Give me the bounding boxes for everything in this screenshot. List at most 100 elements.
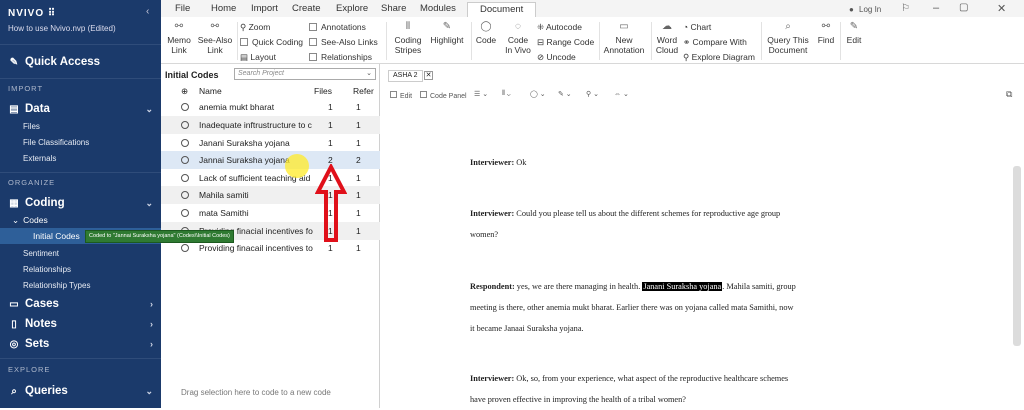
code-row[interactable]: mata Samithi 1 1	[161, 204, 380, 222]
nav-notes[interactable]: ▯ Notes ›	[0, 316, 161, 332]
drag-drop-hint[interactable]: Drag selection here to code to a new cod…	[181, 388, 331, 397]
see-also-link-button[interactable]: ⚯ See-Also Link	[196, 22, 234, 56]
chevron-down-icon: ⌄	[12, 214, 20, 225]
nav-queries[interactable]: ⌕ Queries ⌄	[0, 383, 161, 399]
zoom-menu-icon[interactable]: ⚲ ⌄	[586, 90, 599, 98]
ribbon-tabs: File Home Import Create Explore Share Mo…	[161, 0, 1024, 17]
code-row[interactable]: Mahila samiti 1 1	[161, 186, 380, 204]
add-code-icon[interactable]: ⊕	[181, 86, 188, 97]
code-panel-toggle[interactable]: Code Panel	[420, 91, 467, 100]
chevron-right-icon: ›	[150, 339, 153, 349]
tab-document[interactable]: Document	[467, 2, 537, 17]
tab-modules[interactable]: Modules	[420, 3, 456, 14]
help-icon[interactable]: ●	[849, 5, 854, 14]
highlight-menu-icon[interactable]: ◯ ⌄	[530, 90, 546, 98]
coding-stripes-button[interactable]: ⫴ Coding Stripes	[391, 21, 425, 56]
shading-menu-icon[interactable]: ⫴ ⌄	[502, 90, 511, 98]
nav-sets[interactable]: ◎ Sets ›	[0, 336, 161, 352]
tab-import[interactable]: Import	[251, 3, 278, 14]
document-toolbar: Edit Code Panel ☰ ⌄ ⫴ ⌄ ◯ ⌄ ✎ ⌄ ⚲ ⌄ ⇔ ⌄ …	[380, 88, 1024, 102]
annotation-icon: ▭	[619, 21, 629, 32]
tab-home[interactable]: Home	[211, 3, 236, 14]
minimize-icon[interactable]: –	[933, 2, 939, 14]
link-icon: ⚯	[174, 21, 184, 32]
annotations-toggle[interactable]: Annotations	[309, 22, 366, 32]
code-button[interactable]: ◯ Code	[473, 22, 499, 46]
nav-relationships[interactable]: Relationships	[0, 263, 161, 275]
nav-quick-access[interactable]: ✎ Quick Access	[0, 54, 161, 70]
tab-create[interactable]: Create	[292, 3, 321, 14]
zoom-button[interactable]: ⚲ Zoom	[240, 22, 270, 33]
nav-file-classifications[interactable]: File Classifications	[0, 136, 161, 148]
compare-with-button[interactable]: ⚭ Compare With	[683, 37, 747, 48]
nav-coding[interactable]: ▦ Coding ⌄	[0, 195, 161, 211]
pen-menu-icon[interactable]: ✎ ⌄	[558, 90, 572, 98]
search-project-input[interactable]: Search Project ⌄	[234, 68, 376, 80]
code-row[interactable]: Janani Suraksha yojana 1 1	[161, 134, 380, 152]
chevron-down-icon: ⌄	[366, 70, 372, 77]
coded-text-selection[interactable]: Janani Suraksha yojana	[642, 282, 723, 291]
column-name[interactable]: Name	[199, 86, 222, 96]
code-in-vivo-button[interactable]: ◌ Code In Vivo	[501, 22, 535, 56]
uncode-button[interactable]: ⊘ Uncode	[537, 52, 576, 63]
link-menu-icon[interactable]: ⇔ ⌄	[614, 90, 629, 98]
find-button[interactable]: ⚯ Find	[815, 21, 837, 46]
code-node-icon	[181, 244, 189, 252]
checkbox	[309, 53, 317, 61]
range-code-button[interactable]: ⊟ Range Code	[537, 37, 594, 48]
close-icon[interactable]: ✕	[997, 2, 1006, 15]
layout-button[interactable]: ▤ Layout	[240, 52, 276, 63]
cloud-icon: ☁	[662, 21, 672, 32]
edit-toggle[interactable]: Edit	[390, 91, 412, 100]
search-icon: ⌕	[11, 385, 17, 397]
code-row[interactable]: Inadequate inftrustructure to c11	[161, 116, 380, 134]
autocode-icon: ⁜	[537, 22, 547, 32]
close-tab-icon[interactable]: ✕	[424, 71, 433, 80]
nav-relationship-types[interactable]: Relationship Types	[0, 279, 161, 291]
memo-link-button[interactable]: ⚯ Memo Link	[166, 21, 192, 56]
explore-diagram-button[interactable]: ⚲ Explore Diagram	[683, 52, 755, 63]
word-cloud-button[interactable]: ☁ Word Cloud	[653, 21, 681, 56]
collapse-sidebar-icon[interactable]: ‹	[146, 6, 149, 17]
tab-explore[interactable]: Explore	[336, 3, 368, 14]
checkbox	[309, 38, 317, 46]
document-tab[interactable]: ASHA 2	[388, 70, 423, 82]
edit-button[interactable]: ✎ Edit	[843, 22, 865, 46]
code-row-selected[interactable]: Jannai Suraksha yojana 2 2	[161, 151, 380, 169]
stripes-menu-icon[interactable]: ☰ ⌄	[474, 90, 488, 98]
column-files[interactable]: Files	[314, 86, 332, 96]
pin-icon: ✎	[9, 56, 19, 68]
relationships-toggle[interactable]: Relationships	[309, 52, 372, 62]
chart-button[interactable]: ◔ Chart	[683, 22, 711, 32]
quick-coding-toggle[interactable]: Quick Coding	[240, 37, 303, 47]
new-annotation-button[interactable]: ▭ New Annotation	[601, 21, 647, 56]
code-row[interactable]: anemia mukt bharat 1 1	[161, 98, 380, 116]
notification-icon[interactable]: ⚐	[901, 3, 910, 14]
transcript-paragraph: Interviewer: Could you please tell us ab…	[470, 209, 781, 239]
login-link[interactable]: Log In	[859, 5, 881, 14]
nav-data[interactable]: ▤ Data ⌄	[0, 101, 161, 117]
maximize-icon[interactable]: ▢	[959, 2, 968, 13]
nav-codes[interactable]: ⌄ Codes	[0, 214, 161, 226]
see-also-links-toggle[interactable]: See-Also Links	[309, 37, 378, 47]
nav-files[interactable]: Files	[0, 120, 161, 132]
column-references[interactable]: Refer	[353, 86, 374, 96]
chevron-right-icon: ›	[150, 319, 153, 329]
highlight-button[interactable]: ✎ Highlight	[427, 22, 467, 46]
binoculars-icon: ⚯	[821, 21, 831, 32]
autocode-button[interactable]: ⁜ Autocode	[537, 22, 582, 33]
query-this-document-button[interactable]: ⌕ Query This Document	[763, 22, 813, 56]
column-header-row: ⊕ Name Files Refer	[161, 84, 380, 98]
database-icon: ▤	[9, 103, 19, 115]
tab-share[interactable]: Share	[381, 3, 406, 14]
code-row[interactable]: Lack of sufficient teaching aid 1 1	[161, 169, 380, 187]
zoom-icon: ⚲	[240, 22, 249, 32]
nav-externals[interactable]: Externals	[0, 152, 161, 164]
stripes-icon: ⫴	[405, 21, 411, 32]
navigation-sidebar: NVIVO ⠿ How to use Nvivo.nvp (Edited) ‹ …	[0, 0, 161, 408]
nav-cases[interactable]: ▭ Cases ›	[0, 296, 161, 312]
vertical-scrollbar[interactable]	[1013, 166, 1021, 346]
nav-sentiment[interactable]: Sentiment	[0, 247, 161, 259]
tab-file[interactable]: File	[175, 3, 190, 14]
undock-icon[interactable]: ⧉	[1006, 89, 1012, 100]
